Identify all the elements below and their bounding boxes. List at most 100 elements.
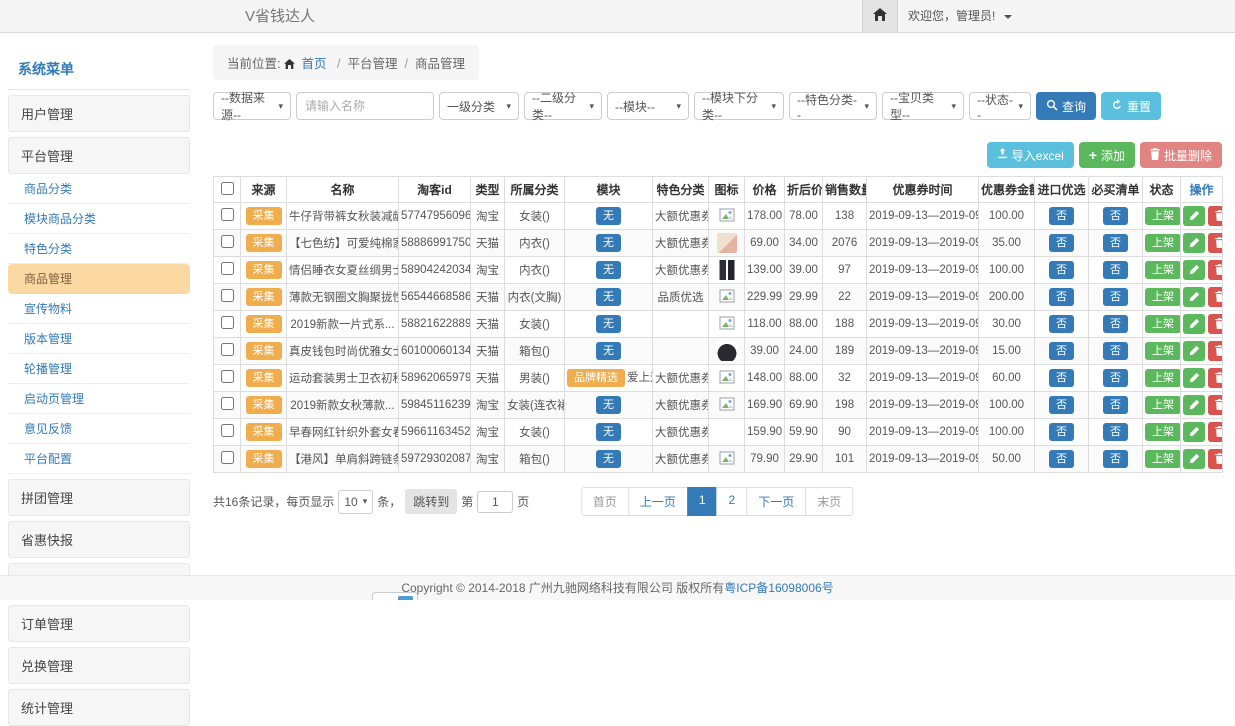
cell-import-select: 否 xyxy=(1035,446,1089,473)
delete-button[interactable] xyxy=(1208,395,1223,415)
filter-select-level1-category[interactable]: 一级分类▾ xyxy=(439,92,519,120)
row-checkbox[interactable] xyxy=(221,343,234,356)
cell-source: 采集 xyxy=(241,419,287,446)
sidebar-item-goods-category[interactable]: 商品分类 xyxy=(8,174,190,204)
filter-select-item-type[interactable]: --宝贝类型--▾ xyxy=(882,92,964,120)
sidebar-group-savings-express[interactable]: 省惠快报 xyxy=(8,521,190,558)
row-checkbox[interactable] xyxy=(221,289,234,302)
filter-select-module[interactable]: --模块--▾ xyxy=(607,92,689,120)
table-row: 采集【港风】单肩斜跨链条...597293020870淘宝箱包()无大额优惠券7… xyxy=(214,446,1223,473)
row-checkbox[interactable] xyxy=(221,370,234,383)
module-badge: 无 xyxy=(596,396,621,414)
filter-select-level2-category[interactable]: --二级分类--▾ xyxy=(524,92,602,120)
edit-button[interactable] xyxy=(1183,341,1205,361)
user-menu[interactable]: 欢迎您，管理员! xyxy=(908,0,1012,32)
must-buy-badge: 否 xyxy=(1103,396,1128,414)
chevron-down-icon xyxy=(1004,15,1012,19)
select-all-checkbox[interactable] xyxy=(221,182,234,195)
page-nav-5[interactable]: 末页 xyxy=(805,487,853,516)
sidebar-item-module-goods-category[interactable]: 模块商品分类 xyxy=(8,204,190,234)
sidebar-group-platform-management[interactable]: 平台管理 xyxy=(8,137,190,174)
row-checkbox[interactable] xyxy=(221,424,234,437)
delete-button[interactable] xyxy=(1208,422,1223,442)
must-buy-badge: 否 xyxy=(1103,207,1128,225)
breadcrumb-home-link[interactable]: 首页 xyxy=(301,57,326,71)
edit-button[interactable] xyxy=(1183,314,1205,334)
row-checkbox[interactable] xyxy=(221,397,234,410)
filter-select-feature-category[interactable]: --特色分类--▾ xyxy=(789,92,877,120)
filter-input-name[interactable] xyxy=(296,92,434,120)
import-select-badge: 否 xyxy=(1049,342,1074,360)
filter-select-value: --数据来源-- xyxy=(221,89,274,123)
cell-taoke-id: 589620659791 xyxy=(399,365,471,392)
sidebar-item-promo-material[interactable]: 宣传物料 xyxy=(8,294,190,324)
cell-import-select: 否 xyxy=(1035,365,1089,392)
cell-category: 男装() xyxy=(505,365,565,392)
edit-button[interactable] xyxy=(1183,449,1205,469)
page-nav-0[interactable]: 首页 xyxy=(581,487,629,516)
row-checkbox[interactable] xyxy=(221,262,234,275)
delete-button[interactable] xyxy=(1208,449,1223,469)
delete-button[interactable] xyxy=(1208,314,1223,334)
cell-source: 采集 xyxy=(241,284,287,311)
sidebar-item-feedback[interactable]: 意见反馈 xyxy=(8,414,190,444)
filter-select-data-source[interactable]: --数据来源--▾ xyxy=(213,92,291,120)
delete-button[interactable] xyxy=(1208,341,1223,361)
reset-button[interactable]: 重置 xyxy=(1101,92,1161,120)
edit-button[interactable] xyxy=(1183,395,1205,415)
jump-button[interactable]: 跳转到 xyxy=(405,489,457,514)
cell-sales: 2076 xyxy=(823,230,867,257)
sidebar-item-version-management[interactable]: 版本管理 xyxy=(8,324,190,354)
icp-link[interactable]: 粤ICP备16098006号 xyxy=(724,581,833,595)
sidebar-item-carousel-management[interactable]: 轮播管理 xyxy=(8,354,190,384)
home-button[interactable] xyxy=(862,0,898,32)
edit-button[interactable] xyxy=(1183,368,1205,388)
row-checkbox[interactable] xyxy=(221,208,234,221)
sidebar-item-goods-management[interactable]: 商品管理 xyxy=(8,264,190,294)
page-size-select[interactable]: 10 ▾ xyxy=(338,490,373,514)
page-nav-3[interactable]: 2 xyxy=(717,487,748,516)
delete-button[interactable] xyxy=(1208,206,1223,226)
edit-button[interactable] xyxy=(1183,422,1205,442)
row-checkbox[interactable] xyxy=(221,316,234,329)
search-button[interactable]: 查询 xyxy=(1036,92,1096,120)
column-header-8: 图标 xyxy=(709,177,745,203)
page-nav-2[interactable]: 1 xyxy=(687,487,718,516)
page-nav-4[interactable]: 下一页 xyxy=(746,487,806,516)
import-excel-button[interactable]: 导入excel xyxy=(987,142,1074,168)
cell-status: 上架 xyxy=(1143,365,1181,392)
batch-delete-button[interactable]: 批量删除 xyxy=(1140,142,1222,168)
trash-icon xyxy=(1215,209,1223,224)
delete-button[interactable] xyxy=(1208,260,1223,280)
sidebar-item-feature-category[interactable]: 特色分类 xyxy=(8,234,190,264)
cell-coupon-time: 2019-09-13—2019-09-17 xyxy=(867,203,979,230)
delete-button[interactable] xyxy=(1208,368,1223,388)
caret-down-icon: ▾ xyxy=(951,101,956,112)
page-nav-1[interactable]: 上一页 xyxy=(628,487,688,516)
delete-button[interactable] xyxy=(1208,233,1223,253)
filter-select-status[interactable]: --状态--▾ xyxy=(969,92,1031,120)
sidebar-group-user-management[interactable]: 用户管理 xyxy=(8,95,190,132)
add-button[interactable]: + 添加 xyxy=(1079,142,1135,168)
column-header-15: 必买清单 xyxy=(1089,177,1143,203)
search-button-label: 查询 xyxy=(1062,98,1086,115)
edit-button[interactable] xyxy=(1183,287,1205,307)
cell-taoke-id: 597293020870 xyxy=(399,446,471,473)
sidebar-item-splash-management[interactable]: 启动页管理 xyxy=(8,384,190,414)
delete-button[interactable] xyxy=(1208,287,1223,307)
sidebar-group-exchange-management[interactable]: 兑换管理 xyxy=(8,647,190,684)
row-checkbox[interactable] xyxy=(221,451,234,464)
filter-select-module-sub-category[interactable]: --模块下分类--▾ xyxy=(694,92,784,120)
sidebar-group-order-management[interactable]: 订单管理 xyxy=(8,605,190,642)
edit-button[interactable] xyxy=(1183,233,1205,253)
cell-ops xyxy=(1181,446,1223,473)
cell-source: 采集 xyxy=(241,230,287,257)
sidebar-group-group-buy-management[interactable]: 拼团管理 xyxy=(8,479,190,516)
page-number-input[interactable] xyxy=(477,491,513,513)
row-checkbox[interactable] xyxy=(221,235,234,248)
edit-button[interactable] xyxy=(1183,206,1205,226)
sidebar-group-stats-management[interactable]: 统计管理 xyxy=(8,689,190,726)
edit-button[interactable] xyxy=(1183,260,1205,280)
sidebar-item-platform-config[interactable]: 平台配置 xyxy=(8,444,190,474)
cell-price: 229.99 xyxy=(745,284,785,311)
